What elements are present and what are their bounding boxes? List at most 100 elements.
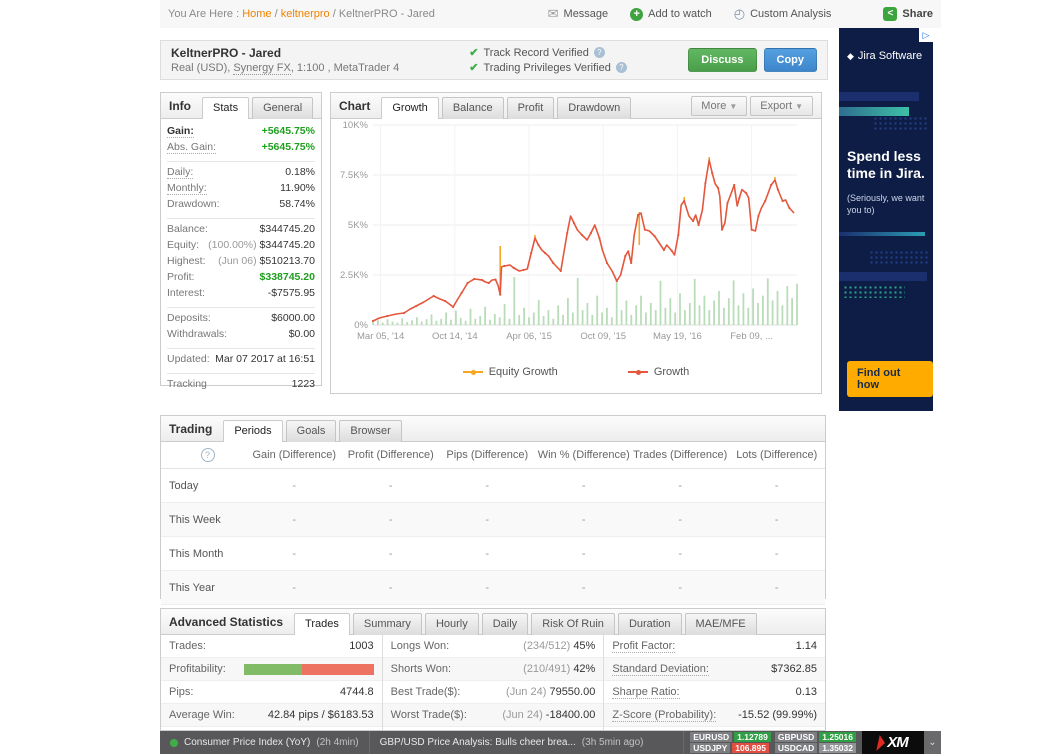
column-header: Gain (Difference) bbox=[246, 449, 343, 461]
table-cell: - bbox=[246, 514, 343, 526]
discuss-button[interactable]: Discuss bbox=[688, 48, 756, 72]
trading-tabs: PeriodsGoalsBrowser bbox=[223, 419, 401, 441]
legend-label: Growth bbox=[654, 366, 689, 378]
info-panel: Info StatsGeneral Gain:+5645.75%Abs. Gai… bbox=[160, 92, 322, 386]
info-row: Interest: -$7575.95 bbox=[167, 287, 315, 303]
add-to-watch-label: Add to watch bbox=[648, 8, 712, 20]
custom-analysis-button[interactable]: ◴ Custom Analysis bbox=[734, 6, 832, 22]
export-button[interactable]: Export▼ bbox=[750, 96, 813, 116]
stat-value-text: 42% bbox=[573, 663, 595, 675]
advanced-tab-daily[interactable]: Daily bbox=[482, 613, 528, 635]
info-value: 0.18% bbox=[285, 166, 315, 178]
add-to-watch-button[interactable]: + Add to watch bbox=[630, 8, 712, 21]
stat-value-text: 0.13 bbox=[796, 686, 817, 698]
stat-value-pre: (210/491) bbox=[523, 663, 573, 675]
ticker-news-item[interactable]: GBP/USD Price Analysis: Bulls cheer brea… bbox=[370, 731, 685, 754]
adchoices-icon[interactable]: ▷ bbox=[919, 28, 933, 42]
trading-tab-periods[interactable]: Periods bbox=[223, 420, 282, 442]
info-label: Tracking bbox=[167, 378, 207, 390]
breadcrumb-account-link[interactable]: keltnerpro bbox=[281, 8, 330, 20]
share-icon: < bbox=[883, 7, 897, 21]
quote-symbol: EURUSD bbox=[690, 732, 732, 742]
ticker-collapse-button[interactable]: ⌄ bbox=[924, 731, 941, 754]
info-row: Deposits:$6000.00 bbox=[167, 312, 315, 328]
info-label: Equity: bbox=[167, 239, 199, 251]
chart-tab-drawdown[interactable]: Drawdown bbox=[557, 97, 631, 119]
quote-value: 1.25016 bbox=[819, 732, 856, 742]
advanced-tab-risk-of-ruin[interactable]: Risk Of Ruin bbox=[531, 613, 615, 635]
info-value: +5645.75% bbox=[262, 141, 315, 153]
table-row: This Year------ bbox=[161, 571, 825, 605]
growth-chart[interactable]: 10K%7.5K%5K%2.5K%0%Mar 05, '14Oct 14, '1… bbox=[331, 119, 821, 360]
info-label: Interest: bbox=[167, 287, 205, 299]
more-label: More bbox=[701, 100, 726, 112]
quote-symbol: USDCAD bbox=[775, 743, 817, 753]
table-cell: - bbox=[536, 548, 633, 560]
info-panel-title: Info bbox=[169, 99, 191, 113]
jira-ad[interactable]: ▷ ◆ Jira Software Spend less time in Jir… bbox=[839, 28, 933, 411]
share-button[interactable]: < Share bbox=[883, 7, 933, 21]
quote-eurusd[interactable]: EURUSD1.12789 bbox=[690, 732, 771, 742]
chevron-down-icon: ⌄ bbox=[928, 737, 936, 748]
table-cell: - bbox=[246, 582, 343, 594]
stat-row: Trades:1003 bbox=[161, 635, 382, 658]
stat-label: Average Win: bbox=[169, 709, 235, 721]
quote-gbpusd[interactable]: GBPUSD1.25016 bbox=[775, 732, 856, 742]
info-tab-general[interactable]: General bbox=[252, 97, 313, 119]
info-group: Deposits:$6000.00Withdrawals:$0.00 bbox=[167, 308, 315, 349]
advanced-tab-duration[interactable]: Duration bbox=[618, 613, 682, 635]
advanced-tab-mae-mfe[interactable]: MAE/MFE bbox=[685, 613, 757, 635]
quote-usdcad[interactable]: USDCAD1.35032 bbox=[775, 743, 856, 753]
svg-text:2.5K%: 2.5K% bbox=[340, 270, 369, 281]
stat-value-text: 1003 bbox=[349, 640, 373, 652]
svg-text:Oct 09, '15: Oct 09, '15 bbox=[580, 331, 626, 342]
ad-decoration bbox=[843, 285, 905, 298]
trading-tab-goals[interactable]: Goals bbox=[286, 420, 337, 442]
info-value-text: $6000.00 bbox=[271, 312, 315, 324]
legend-equity-growth[interactable]: Equity Growth bbox=[463, 366, 558, 378]
legend-growth[interactable]: Growth bbox=[628, 366, 689, 378]
info-tab-stats[interactable]: Stats bbox=[202, 97, 249, 119]
stat-value: -15.52 (99.99%) bbox=[738, 709, 817, 721]
message-button[interactable]: ✉ Message bbox=[548, 6, 609, 22]
info-label: Highest: bbox=[167, 255, 206, 267]
trading-panel-header: Trading PeriodsGoalsBrowser bbox=[161, 416, 825, 442]
xm-text: XM bbox=[887, 734, 908, 751]
info-value: $0.00 bbox=[289, 328, 315, 340]
ad-decoration bbox=[839, 92, 919, 101]
help-icon[interactable]: ? bbox=[201, 448, 215, 462]
legend-marker bbox=[463, 371, 483, 373]
breadcrumb-home-link[interactable]: Home bbox=[242, 8, 271, 20]
table-cell: - bbox=[632, 548, 729, 560]
more-button[interactable]: More▼ bbox=[691, 96, 747, 116]
column-header: Lots (Difference) bbox=[729, 449, 826, 461]
info-value-text: -$7575.95 bbox=[268, 287, 315, 299]
xm-logo[interactable]: XM bbox=[862, 731, 924, 754]
chart-tab-profit[interactable]: Profit bbox=[507, 97, 555, 119]
svg-text:Feb 09, ...: Feb 09, ... bbox=[730, 331, 773, 342]
chart-tab-growth[interactable]: Growth bbox=[381, 97, 438, 119]
info-icon[interactable]: ? bbox=[594, 47, 605, 58]
broker-link[interactable]: Synergy FX bbox=[233, 62, 290, 75]
info-label: Abs. Gain: bbox=[167, 141, 216, 154]
chevron-down-icon: ▼ bbox=[795, 102, 803, 111]
copy-button[interactable]: Copy bbox=[764, 48, 818, 72]
ticker-news-item[interactable]: Consumer Price Index (YoY) (2h 4min) bbox=[160, 731, 370, 754]
advanced-tab-trades[interactable]: Trades bbox=[294, 613, 350, 635]
stat-row: Pips:4744.8 bbox=[161, 681, 382, 704]
advanced-tab-hourly[interactable]: Hourly bbox=[425, 613, 479, 635]
info-value-text: 11.90% bbox=[280, 182, 315, 194]
quote-usdjpy[interactable]: USDJPY106.895 bbox=[690, 743, 771, 753]
advanced-tab-summary[interactable]: Summary bbox=[353, 613, 422, 635]
ad-cta-button[interactable]: Find out how bbox=[847, 361, 933, 397]
advanced-tabs: TradesSummaryHourlyDailyRisk Of RuinDura… bbox=[294, 612, 757, 634]
plus-icon: + bbox=[630, 8, 643, 21]
info-value-text: $338745.20 bbox=[260, 271, 315, 283]
stat-value: 1003 bbox=[349, 640, 373, 652]
trading-tab-browser[interactable]: Browser bbox=[339, 420, 401, 442]
chart-tab-balance[interactable]: Balance bbox=[442, 97, 504, 119]
stat-row: Standard Deviation:$7362.85 bbox=[604, 658, 825, 681]
table-cell: - bbox=[439, 582, 536, 594]
info-icon[interactable]: ? bbox=[616, 62, 627, 73]
info-row: Abs. Gain: +5645.75% bbox=[167, 141, 315, 157]
